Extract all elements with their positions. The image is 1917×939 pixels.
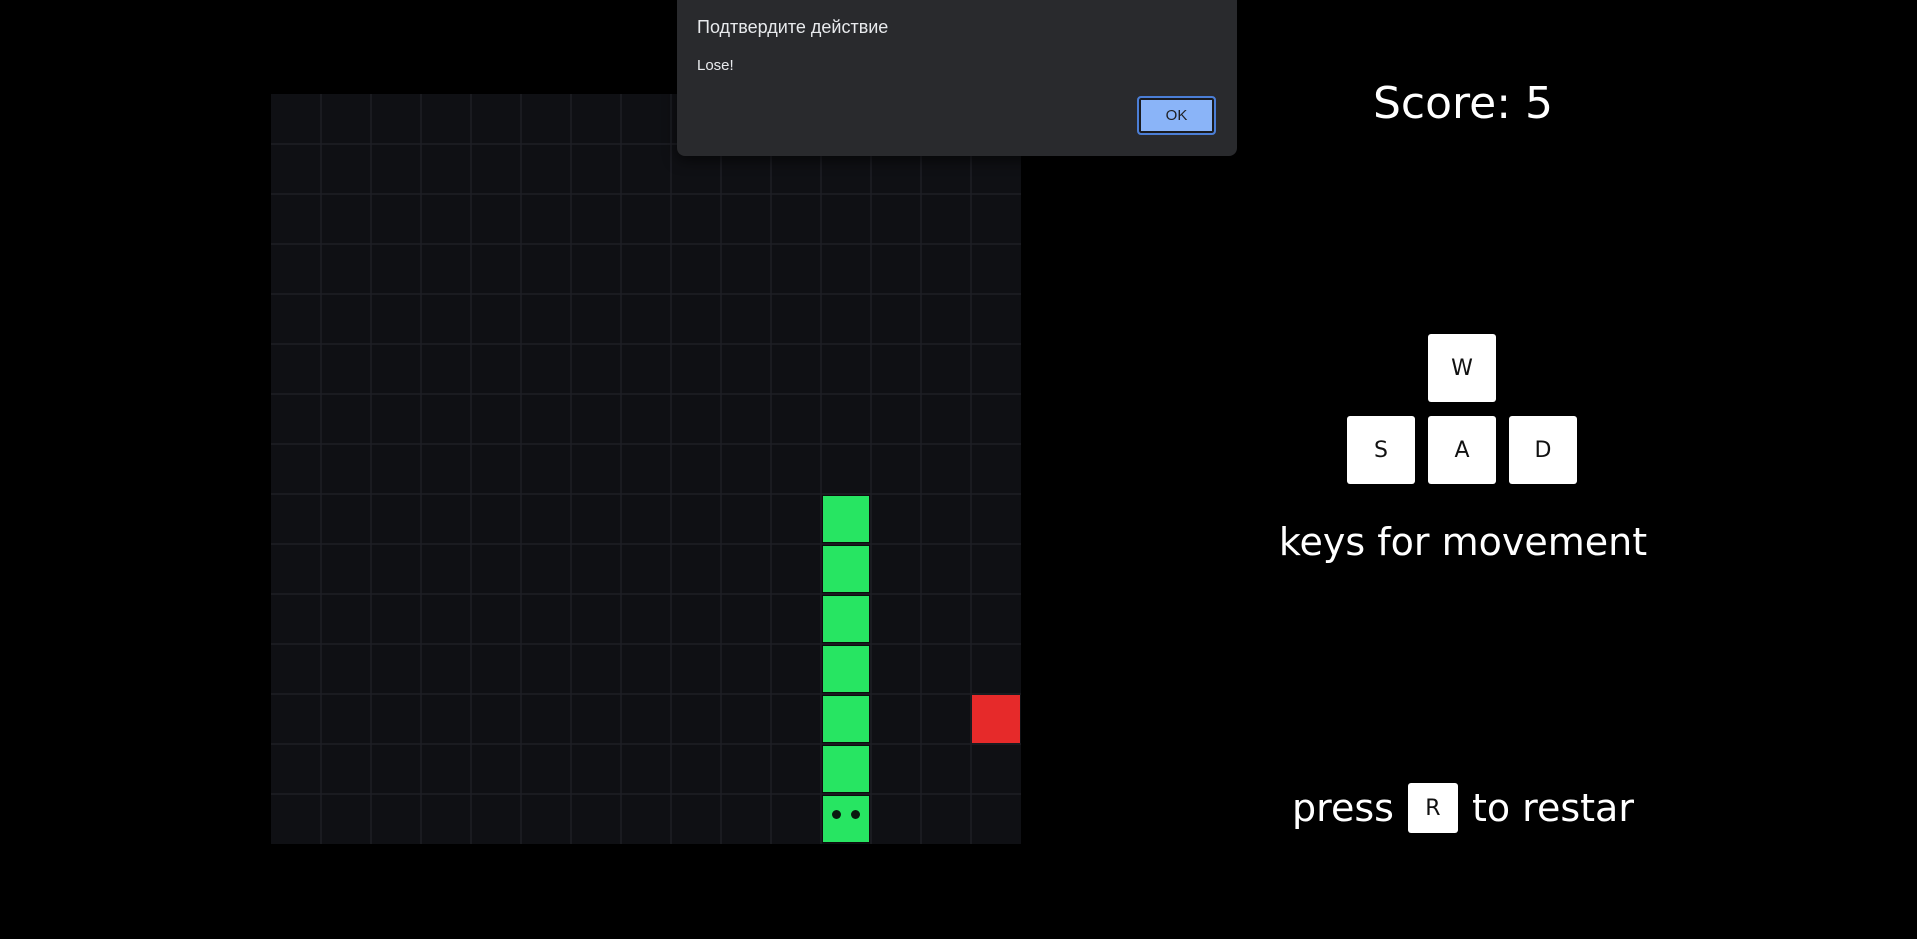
dialog-message: Lose! <box>697 57 734 74</box>
key-d: D <box>1509 416 1577 484</box>
ok-button[interactable]: OK <box>1137 96 1216 135</box>
food-apple <box>972 695 1020 743</box>
key-r: R <box>1407 783 1458 833</box>
snake-eye <box>851 810 860 819</box>
snake-segment <box>822 645 870 693</box>
key-a: A <box>1428 416 1496 484</box>
key-s: S <box>1347 416 1415 484</box>
restart-suffix: to restar <box>1471 786 1634 830</box>
movement-label: keys for movement <box>1278 520 1648 564</box>
game-board <box>271 94 1021 844</box>
dialog-title: Подтвердите действие <box>697 17 889 37</box>
snake-segment <box>822 695 870 743</box>
snake-head <box>822 795 870 843</box>
snake-segment <box>822 495 870 543</box>
restart-prefix: press <box>1292 786 1394 830</box>
score-display: Score: 5 <box>1372 78 1554 129</box>
restart-hint: press R to restar <box>1263 782 1663 834</box>
snake-segment <box>822 745 870 793</box>
snake-segment <box>822 595 870 643</box>
key-w: W <box>1428 334 1496 402</box>
snake-segment <box>822 545 870 593</box>
snake-eye <box>832 810 841 819</box>
board-grid <box>271 94 1021 844</box>
